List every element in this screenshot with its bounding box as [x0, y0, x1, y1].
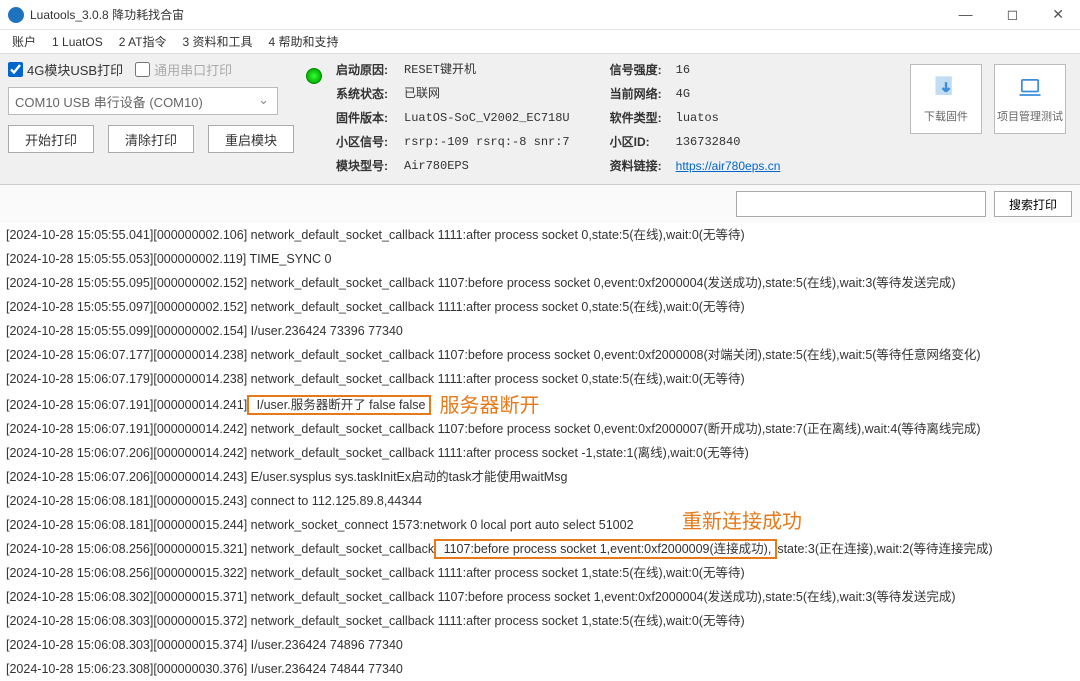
log-line: [2024-10-28 15:06:07.179][000000014.238]…	[6, 367, 1074, 391]
menu-tools[interactable]: 3 资料和工具	[175, 30, 261, 53]
log-line: [2024-10-28 15:06:07.206][000000014.243]…	[6, 465, 1074, 489]
log-line: [2024-10-28 15:06:07.191][000000014.242]…	[6, 417, 1074, 441]
search-row: 搜索打印	[0, 185, 1080, 223]
close-button[interactable]: ✕	[1044, 4, 1072, 25]
log-line: [2024-10-28 15:06:07.206][000000014.242]…	[6, 441, 1074, 465]
log-area: [2024-10-28 15:05:55.041][000000002.106]…	[0, 223, 1080, 681]
info-row: 信号强度:16	[610, 60, 781, 80]
log-line: [2024-10-28 15:05:55.053][000000002.119]…	[6, 247, 1074, 271]
highlighted-segment: I/user.服务器断开了 false false	[247, 395, 431, 415]
menu-help[interactable]: 4 帮助和支持	[261, 30, 347, 53]
check-serial[interactable]: 通用串口打印	[135, 60, 232, 79]
download-firmware-button[interactable]: 下载固件	[910, 64, 982, 134]
start-button[interactable]: 开始打印	[8, 125, 94, 153]
highlighted-segment: 1107:before process socket 1,event:0xf20…	[434, 539, 777, 559]
info-row: 小区信号:rsrp:-109 rsrq:-8 snr:7	[336, 132, 570, 152]
doc-link[interactable]: https://air780eps.cn	[676, 156, 781, 176]
restart-button[interactable]: 重启模块	[208, 125, 294, 153]
log-line: [2024-10-28 15:05:55.099][000000002.154]…	[6, 319, 1074, 343]
search-input[interactable]	[736, 191, 986, 217]
project-test-button[interactable]: 项目管理测试	[994, 64, 1066, 134]
info-grid: 启动原因:RESET键开机系统状态:已联网固件版本:LuatOS-SoC_V20…	[336, 60, 780, 176]
app-icon	[8, 7, 24, 23]
menu-at[interactable]: 2 AT指令	[111, 30, 175, 53]
log-line: [2024-10-28 15:06:08.256][000000015.322]…	[6, 561, 1074, 585]
info-row: 启动原因:RESET键开机	[336, 60, 570, 80]
log-line: [2024-10-28 15:05:55.041][000000002.106]…	[6, 223, 1074, 247]
annotation-reconnect: 重新连接成功	[682, 510, 802, 534]
info-row: 固件版本:LuatOS-SoC_V2002_EC718U	[336, 108, 570, 128]
check-usb[interactable]: 4G模块USB打印	[8, 60, 123, 79]
annotation-disconnect: 服务器断开	[439, 395, 539, 417]
top-section: 4G模块USB打印 通用串口打印 COM10 USB 串行设备 (COM10) …	[0, 54, 1080, 185]
info-row: 当前网络:4G	[610, 84, 781, 104]
search-button[interactable]: 搜索打印	[994, 191, 1072, 217]
log-line: [2024-10-28 15:06:07.191][000000014.241]…	[6, 391, 1074, 417]
info-row: 模块型号:Air780EPS	[336, 156, 570, 176]
info-row: 小区ID:136732840	[610, 132, 781, 152]
clear-button[interactable]: 清除打印	[108, 125, 194, 153]
download-icon	[932, 74, 960, 102]
menu-luatos[interactable]: 1 LuatOS	[44, 32, 111, 52]
titlebar: Luatools_3.0.8 降功耗找合宙 — ◻ ✕	[0, 0, 1080, 30]
info-row: 系统状态:已联网	[336, 84, 570, 104]
log-line: [2024-10-28 15:05:55.095][000000002.152]…	[6, 271, 1074, 295]
log-line: [2024-10-28 15:06:08.181][000000015.244]…	[6, 513, 1074, 537]
log-line: [2024-10-28 15:06:08.181][000000015.243]…	[6, 489, 1074, 513]
log-line: [2024-10-28 15:06:08.303][000000015.374]…	[6, 633, 1074, 657]
laptop-icon	[1016, 74, 1044, 102]
log-line: [2024-10-28 15:06:07.177][000000014.238]…	[6, 343, 1074, 367]
maximize-button[interactable]: ◻	[999, 4, 1027, 25]
info-row: 软件类型:luatos	[610, 108, 781, 128]
port-select[interactable]: COM10 USB 串行设备 (COM10)	[8, 87, 278, 115]
info-row: 资料链接:https://air780eps.cn	[610, 156, 781, 176]
menubar: 账户 1 LuatOS 2 AT指令 3 资料和工具 4 帮助和支持	[0, 30, 1080, 54]
window-title: Luatools_3.0.8 降功耗找合宙	[30, 6, 951, 23]
log-line: [2024-10-28 15:06:23.308][000000030.376]…	[6, 657, 1074, 681]
log-line: [2024-10-28 15:06:08.303][000000015.372]…	[6, 609, 1074, 633]
status-led-icon	[306, 68, 322, 84]
log-line: [2024-10-28 15:05:55.097][000000002.152]…	[6, 295, 1074, 319]
log-line: [2024-10-28 15:06:08.256][000000015.321]…	[6, 537, 1074, 561]
menu-account[interactable]: 账户	[4, 30, 44, 53]
log-line: [2024-10-28 15:06:08.302][000000015.371]…	[6, 585, 1074, 609]
minimize-button[interactable]: —	[951, 4, 981, 25]
